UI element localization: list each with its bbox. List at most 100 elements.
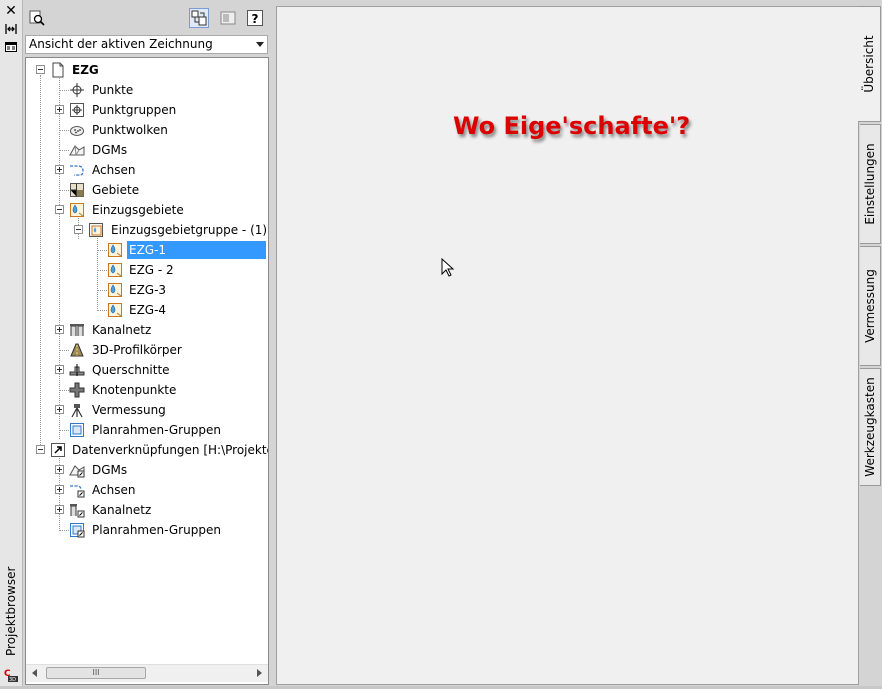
tree-node-ds-achsen[interactable]: Achsen bbox=[26, 481, 266, 499]
tab-vermessung[interactable]: Vermessung bbox=[860, 246, 881, 366]
catchment-icon bbox=[108, 283, 122, 297]
tree-node-gebiete[interactable]: Gebiete bbox=[26, 181, 266, 199]
view-selector-dropdown[interactable]: Ansicht der aktiven Zeichnung bbox=[25, 35, 268, 54]
catchment-icon bbox=[70, 203, 84, 217]
view-frame-icon bbox=[70, 523, 85, 538]
expand-icon[interactable] bbox=[55, 165, 64, 174]
tree-node-einzugsgebiete[interactable]: Einzugsgebiete bbox=[26, 201, 266, 219]
civil3d-logo-icon: C 3D bbox=[4, 668, 18, 683]
catchment-group-icon bbox=[89, 223, 103, 237]
scroll-right-icon[interactable] bbox=[257, 669, 262, 677]
tree-node-knotenpunkte[interactable]: Knotenpunkte bbox=[26, 381, 266, 399]
tree-node-kanalnetz[interactable]: Kanalnetz bbox=[26, 321, 266, 339]
point-icon bbox=[70, 83, 84, 97]
tree-label: Achsen bbox=[92, 163, 136, 177]
pipe-network-icon bbox=[70, 504, 85, 518]
expand-icon[interactable] bbox=[55, 465, 64, 474]
expand-icon[interactable] bbox=[55, 485, 64, 494]
tree-label: Einzugsgebietgruppe - (1) bbox=[111, 223, 268, 237]
tree-node-ds-planrahmen-gruppen[interactable]: Planrahmen-Gruppen bbox=[26, 521, 266, 539]
tree-node-querschnitte[interactable]: Querschnitte bbox=[26, 361, 266, 379]
tree-horizontal-scrollbar[interactable]: III bbox=[26, 664, 268, 682]
tree-label: DGMs bbox=[92, 463, 128, 477]
mouse-cursor-icon bbox=[441, 258, 455, 277]
catchment-icon bbox=[108, 263, 122, 277]
tree-node-planrahmen-gruppen[interactable]: Planrahmen-Gruppen bbox=[26, 421, 266, 439]
tree-node-einzugsgebietgruppe[interactable]: Einzugsgebietgruppe - (1) bbox=[26, 221, 268, 239]
tree-node-dgms[interactable]: DGMs bbox=[26, 141, 266, 159]
tree-label: Punkte bbox=[92, 83, 134, 97]
preview-icon[interactable] bbox=[218, 8, 238, 28]
item-view-panel: Wo Eige'schafte'? bbox=[276, 6, 859, 685]
help-icon[interactable]: ? bbox=[245, 8, 265, 28]
tab-label: Werkzeugkasten bbox=[863, 377, 877, 477]
find-icon[interactable] bbox=[27, 8, 47, 28]
expand-icon[interactable] bbox=[55, 505, 64, 514]
tab-uebersicht[interactable]: Übersicht bbox=[858, 6, 881, 122]
tree-label: Planrahmen-Gruppen bbox=[92, 523, 221, 537]
survey-icon bbox=[71, 404, 83, 418]
alignment-icon bbox=[70, 165, 84, 176]
tree-label: Querschnitte bbox=[92, 363, 170, 377]
tree-node-achsen[interactable]: Achsen bbox=[26, 161, 266, 179]
project-tree: EZG Punkte Punktgruppen Punktwolken DGMs… bbox=[25, 57, 269, 685]
palette-title-strip: ✕ Projektbrowser C 3D bbox=[0, 0, 23, 689]
point-group-icon bbox=[70, 103, 84, 117]
expand-icon[interactable] bbox=[55, 105, 64, 114]
tree-label: Planrahmen-Gruppen bbox=[92, 423, 221, 437]
drawing-icon bbox=[52, 62, 64, 78]
tree-label: Knotenpunkte bbox=[92, 383, 177, 397]
scrollbar-thumb[interactable]: III bbox=[46, 667, 146, 679]
tree-node-ezg-3[interactable]: EZG-3 bbox=[26, 281, 266, 299]
properties-menu-icon[interactable] bbox=[4, 40, 18, 54]
tree-node-datenverknuepfungen[interactable]: Datenverknüpfungen [H:\Projekte\... bbox=[26, 441, 269, 459]
tree-label: Datenverknüpfungen [H:\Projekte\... bbox=[72, 443, 269, 457]
palette-title: Projektbrowser bbox=[4, 566, 18, 656]
collapse-icon[interactable] bbox=[36, 65, 45, 74]
expand-icon[interactable] bbox=[55, 365, 64, 374]
collapse-icon[interactable] bbox=[55, 205, 64, 214]
tree-node-drawing[interactable]: EZG bbox=[26, 61, 266, 79]
tree-label: Gebiete bbox=[92, 183, 140, 197]
tree-label: DGMs bbox=[92, 143, 128, 157]
catchment-icon bbox=[108, 303, 122, 317]
collapse-icon[interactable] bbox=[74, 225, 83, 234]
item-view-toggle-icon[interactable] bbox=[189, 8, 209, 28]
tree-node-punkte[interactable]: Punkte bbox=[26, 81, 266, 99]
tree-node-ezg-2[interactable]: EZG - 2 bbox=[26, 261, 266, 279]
alignment-icon bbox=[70, 485, 85, 498]
tree-label: Punktgruppen bbox=[92, 103, 177, 117]
tree-label: EZG - 2 bbox=[129, 263, 174, 277]
site-icon bbox=[70, 183, 84, 197]
collapse-icon[interactable] bbox=[36, 445, 45, 454]
surface-icon bbox=[69, 465, 85, 478]
tab-einstellungen[interactable]: Einstellungen bbox=[860, 124, 881, 244]
assembly-icon bbox=[69, 364, 85, 376]
tree-node-vermessung[interactable]: Vermessung bbox=[26, 401, 266, 419]
auto-hide-icon[interactable] bbox=[4, 22, 18, 36]
pipe-network-icon bbox=[70, 324, 84, 336]
svg-text:3D: 3D bbox=[9, 677, 16, 683]
tree-node-punktwolken[interactable]: Punktwolken bbox=[26, 121, 266, 139]
data-shortcut-icon bbox=[51, 443, 65, 457]
scroll-left-icon[interactable] bbox=[32, 669, 37, 677]
corridor-icon bbox=[70, 343, 84, 357]
expand-icon[interactable] bbox=[55, 325, 64, 334]
chevron-down-icon[interactable] bbox=[256, 42, 264, 47]
tree-label: Kanalnetz bbox=[92, 503, 152, 517]
view-frame-icon bbox=[70, 423, 84, 437]
tree-node-ezg-1[interactable]: EZG-1 bbox=[26, 241, 266, 259]
tree-node-ds-kanalnetz[interactable]: Kanalnetz bbox=[26, 501, 266, 519]
tree-node-punktgruppen[interactable]: Punktgruppen bbox=[26, 101, 266, 119]
svg-text:?: ? bbox=[252, 12, 259, 26]
tree-label: Punktwolken bbox=[92, 123, 168, 137]
tab-label: Übersicht bbox=[862, 35, 876, 93]
tree-node-3d-profilkoerper[interactable]: 3D-Profilkörper bbox=[26, 341, 266, 359]
close-icon[interactable]: ✕ bbox=[4, 4, 18, 18]
expand-icon[interactable] bbox=[55, 405, 64, 414]
tree-label: Kanalnetz bbox=[92, 323, 152, 337]
tab-label: Einstellungen bbox=[863, 143, 877, 225]
tab-werkzeugkasten[interactable]: Werkzeugkasten bbox=[860, 368, 881, 486]
tree-node-ezg-4[interactable]: EZG-4 bbox=[26, 301, 266, 319]
tree-node-ds-dgms[interactable]: DGMs bbox=[26, 461, 266, 479]
